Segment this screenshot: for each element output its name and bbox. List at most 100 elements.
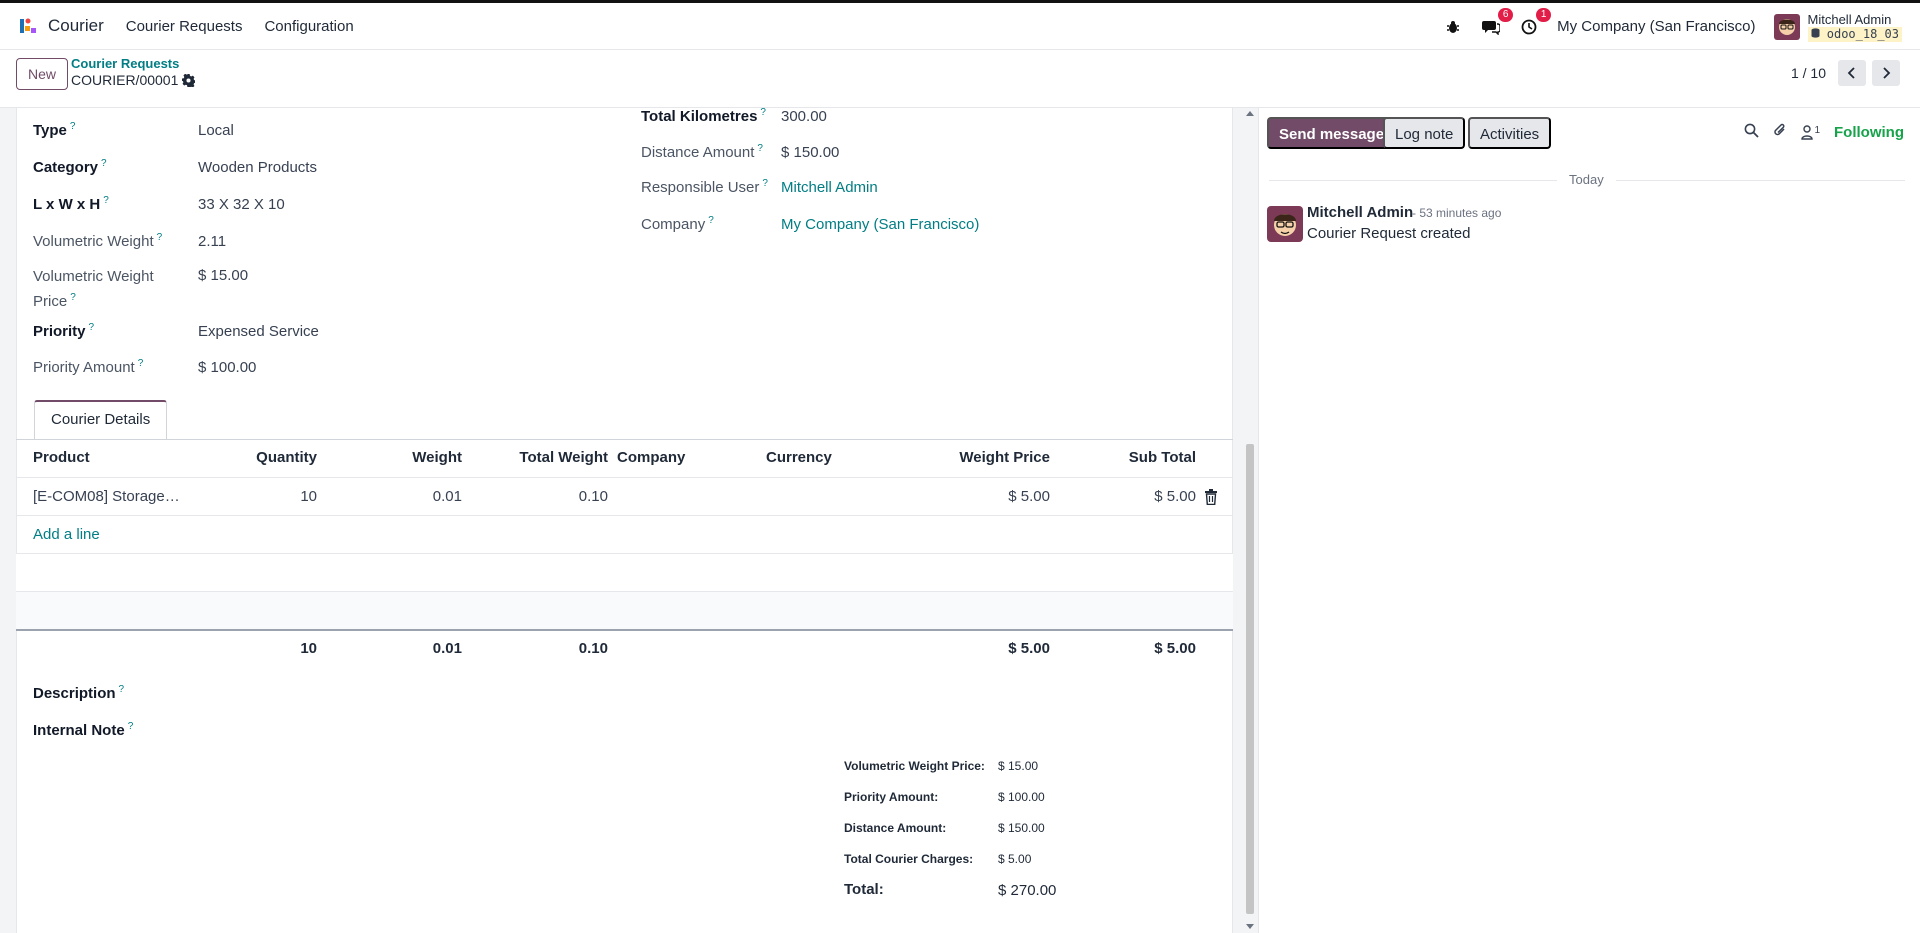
total-total-weight: 0.10 (578, 640, 608, 657)
cell-total-weight[interactable]: 0.10 (480, 488, 608, 505)
message-author[interactable]: Mitchell Admin (1307, 204, 1413, 221)
chatter-topbar-actions: 1 Following (1744, 122, 1904, 142)
courier-app-icon[interactable] (18, 16, 38, 36)
top-navbar: Courier Courier Requests Configuration 6… (0, 0, 1920, 50)
col-product[interactable]: Product (33, 449, 90, 466)
followers-button[interactable]: 1 (1801, 125, 1820, 140)
field-volumetric-weight: 2.11 (198, 233, 227, 250)
messages-icon[interactable]: 6 (1481, 7, 1514, 37)
pager-value[interactable]: 1 / 10 (1791, 65, 1826, 81)
message-body: Courier Request created (1307, 225, 1471, 242)
gear-icon[interactable] (182, 73, 196, 87)
pager-next-button[interactable] (1872, 60, 1900, 86)
field-priority-amount: $ 100.00 (198, 359, 257, 376)
activities-badge: 1 (1536, 7, 1552, 22)
message-author-avatar[interactable] (1267, 206, 1303, 242)
menu-configuration[interactable]: Configuration (264, 18, 353, 35)
summary-distance-value: $ 150.00 (998, 821, 1045, 835)
breadcrumb-current: COURIER/00001 (71, 72, 196, 88)
summary-courier-charges-label: Total Courier Charges: (844, 852, 974, 866)
field-company[interactable]: My Company (San Francisco) (781, 216, 979, 233)
cell-sub-total[interactable]: $ 5.00 (1060, 488, 1196, 505)
field-type[interactable]: Local (198, 122, 234, 139)
col-weight-price[interactable]: Weight Price (900, 449, 1050, 466)
menu-courier-requests[interactable]: Courier Requests (126, 18, 243, 35)
pager: 1 / 10 (1791, 60, 1900, 86)
label-dimensions: L x W x H? (33, 195, 109, 213)
label-volumetric-weight-price: Volumetric Weight Price? (33, 268, 154, 310)
send-message-button[interactable]: Send message (1267, 117, 1397, 149)
summary-total-label: Total: (844, 881, 884, 898)
field-priority[interactable]: Expensed Service (198, 323, 319, 340)
activities-button[interactable]: Activities (1468, 117, 1552, 149)
following-button[interactable]: Following (1834, 124, 1904, 141)
col-quantity[interactable]: Quantity (200, 449, 317, 466)
chevron-right-icon (1883, 67, 1891, 79)
bug-icon[interactable] (1443, 17, 1463, 37)
summary-volumetric-value: $ 15.00 (998, 759, 1039, 773)
cell-product[interactable]: [E-COM08] Storage… (33, 488, 180, 505)
cell-quantity[interactable]: 10 (200, 488, 317, 505)
col-company[interactable]: Company (617, 449, 685, 466)
label-priority: Priority? (33, 322, 95, 340)
summary-volumetric-label: Volumetric Weight Price: (844, 759, 985, 773)
control-panel: New Courier Requests COURIER/00001 1 / 1… (0, 50, 1920, 108)
systray: 6 1 My Company (San Francisco) Mitchell … (1443, 3, 1902, 50)
label-total-kilometres: Total Kilometres? (641, 107, 766, 125)
cell-weight-price[interactable]: $ 5.00 (900, 488, 1050, 505)
field-volumetric-weight-price: $ 15.00 (198, 267, 249, 284)
field-total-kilometres[interactable]: 300.00 (781, 108, 827, 125)
search-icon[interactable] (1744, 123, 1760, 142)
label-priority-amount: Priority Amount? (33, 358, 144, 376)
scroll-thumb[interactable] (1246, 444, 1254, 914)
cell-weight[interactable]: 0.01 (340, 488, 462, 505)
tab-courier-details[interactable]: Courier Details (34, 400, 168, 440)
col-sub-total[interactable]: Sub Total (1060, 449, 1196, 466)
new-button[interactable]: New (16, 58, 69, 90)
summary-distance-label: Distance Amount: (844, 821, 947, 835)
footer-divider (16, 629, 1233, 631)
log-note-button[interactable]: Log note (1383, 117, 1466, 149)
field-responsible-user[interactable]: Mitchell Admin (781, 179, 878, 196)
col-currency[interactable]: Currency (766, 449, 832, 466)
total-quantity: 10 (300, 640, 317, 657)
summary-total-value: $ 270.00 (998, 882, 1057, 899)
add-a-line-link[interactable]: Add a line (33, 526, 100, 543)
field-category[interactable]: Wooden Products (198, 159, 317, 176)
col-weight[interactable]: Weight (340, 449, 462, 466)
breadcrumb-parent[interactable]: Courier Requests (71, 56, 179, 71)
paperclip-icon[interactable] (1773, 122, 1787, 142)
label-company: Company? (641, 215, 714, 233)
date-separator: Today (1557, 172, 1616, 187)
record-name: COURIER/00001 (71, 72, 179, 88)
label-distance-amount: Distance Amount? (641, 143, 763, 161)
col-total-weight[interactable]: Total Weight (480, 449, 608, 466)
form-scrollbar[interactable] (1244, 108, 1256, 933)
user-name: Mitchell Admin (1807, 11, 1892, 27)
summary-priority-label: Priority Amount: (844, 790, 939, 804)
messages-badge: 6 (1498, 7, 1514, 22)
app-name[interactable]: Courier (48, 16, 104, 36)
follower-user-icon (1801, 124, 1814, 140)
total-weight: 0.01 (432, 640, 462, 657)
delete-row-trash-icon[interactable] (1204, 489, 1218, 506)
form-sheet (16, 108, 1233, 933)
pager-previous-button[interactable] (1838, 60, 1866, 86)
user-menu[interactable]: Mitchell Admin odoo_18_03 (1773, 11, 1902, 42)
header-divider (16, 477, 1233, 478)
user-avatar (1773, 13, 1800, 40)
activities-clock-icon[interactable]: 1 (1519, 7, 1552, 37)
label-category: Category? (33, 158, 107, 176)
message-time: - 53 minutes ago (1412, 206, 1502, 220)
total-weight-price: $ 5.00 (1008, 640, 1050, 657)
scroll-up-arrow-icon (1246, 111, 1254, 116)
followers-count: 1 (1814, 124, 1821, 136)
label-type: Type? (33, 121, 76, 139)
label-description: Description? (33, 684, 125, 702)
summary-courier-charges-value: $ 5.00 (998, 852, 1032, 866)
form-view (0, 108, 1258, 933)
company-switcher[interactable]: My Company (San Francisco) (1557, 18, 1755, 35)
chatter-panel: Send message Log note Activities 1 Follo… (1258, 108, 1920, 933)
summary-priority-value: $ 100.00 (998, 790, 1045, 804)
field-dimensions[interactable]: 33 X 32 X 10 (198, 196, 285, 213)
